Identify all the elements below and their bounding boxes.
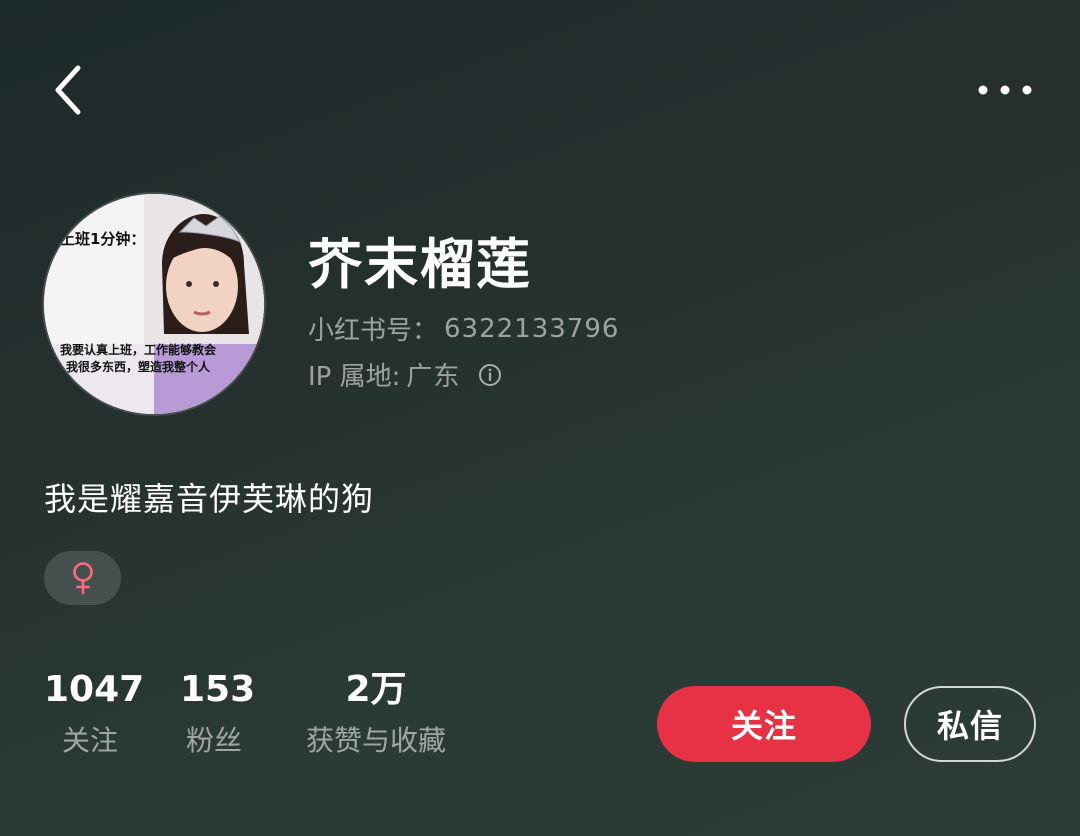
ip-location-label: IP 属地: [308,362,401,392]
gender-tag [44,551,121,605]
stat-following[interactable]: 1047 关注 [44,668,145,758]
more-options-button[interactable] [970,70,1040,110]
ip-location-value: 广东 [406,362,461,392]
followers-label: 粉丝 [185,724,242,757]
likes-label: 获赞与收藏 [305,724,446,757]
stat-followers[interactable]: 153 粉丝 [180,668,256,758]
top-bar [0,0,1080,180]
back-button[interactable] [40,58,96,122]
ip-location-row: IP 属地: 广东 [308,356,502,393]
follow-button[interactable]: 关注 [657,686,871,762]
following-count: 1047 [44,669,145,710]
female-icon [72,562,93,595]
nickname: 芥末榴莲 [308,233,532,296]
likes-count: 2万 [345,669,407,710]
user-id-label: 小红书号： [308,316,439,346]
followers-count: 153 [180,669,256,710]
svg-text:我要认真上班，工作能够教会: 我要认真上班，工作能够教会 [60,342,217,357]
user-id-row: 小红书号： 6322133796 [308,310,619,347]
avatar-image: 上班1分钟： 我要认真上班，工作能够教会 我很多东西，塑造我整个人 [44,194,264,414]
message-button[interactable]: 私信 [904,686,1036,762]
stat-likes-collects[interactable]: 2万 获赞与收藏 [294,668,458,758]
bio-text: 我是耀嘉音伊芙琳的狗 [44,480,375,518]
following-label: 关注 [61,724,118,757]
user-id-value: 6322133796 [444,313,620,344]
avatar[interactable]: 上班1分钟： 我要认真上班，工作能够教会 我很多东西，塑造我整个人 [44,194,264,414]
svg-text:上班1分钟：: 上班1分钟： [60,230,145,248]
chevron-left-icon [55,65,81,115]
info-icon[interactable] [478,363,502,387]
more-horizontal-icon [978,85,1032,95]
svg-text:我很多东西，塑造我整个人: 我很多东西，塑造我整个人 [66,359,211,374]
